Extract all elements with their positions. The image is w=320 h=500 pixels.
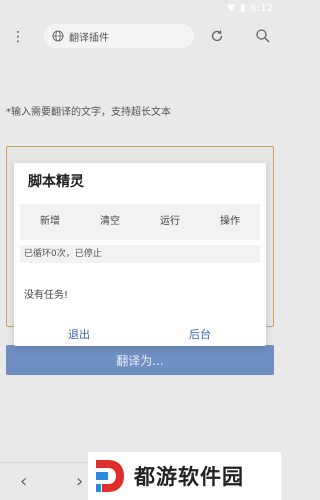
- empty-task-text: 没有任务!: [24, 290, 69, 301]
- operate-button[interactable]: 操作: [200, 204, 260, 240]
- add-button[interactable]: 新增: [20, 204, 80, 240]
- status-time: 6:12: [250, 3, 273, 14]
- browser-toolbar: ⋮ 翻译插件: [0, 18, 281, 56]
- clear-button[interactable]: 清空: [80, 204, 140, 240]
- dialog-title: 脚本精灵: [28, 174, 84, 190]
- status-icons: ▼ ▮ 6:12: [227, 3, 273, 14]
- run-button[interactable]: 运行: [140, 204, 200, 240]
- script-dialog: 脚本精灵 新增 清空 运行 操作 已循环0次，已停止 没有任务! 退出 后台: [14, 163, 266, 346]
- dialog-action-bar: 新增 清空 运行 操作: [20, 204, 260, 240]
- input-prompt: *输入需要翻译的文字，支持超长文本: [6, 107, 171, 118]
- watermark-logo: [96, 460, 124, 492]
- search-icon[interactable]: [255, 28, 271, 44]
- background-button[interactable]: 后台: [189, 326, 211, 342]
- globe-icon: [52, 30, 64, 42]
- exit-button[interactable]: 退出: [68, 326, 90, 342]
- address-text: 翻译插件: [69, 32, 109, 44]
- refresh-icon[interactable]: [209, 28, 225, 44]
- translate-button[interactable]: 翻译为...: [6, 345, 274, 375]
- back-icon[interactable]: ‹: [20, 471, 27, 492]
- watermark: 都游软件园: [88, 452, 281, 500]
- wifi-icon: ▼: [227, 3, 236, 14]
- watermark-text: 都游软件园: [134, 465, 244, 489]
- loop-status: 已循环0次，已停止: [20, 245, 260, 263]
- address-bar[interactable]: 翻译插件: [44, 24, 194, 48]
- more-vert-icon[interactable]: ⋮: [11, 28, 25, 46]
- forward-icon[interactable]: ›: [76, 471, 83, 492]
- status-bar: ▼ ▮ 6:12: [0, 0, 281, 18]
- battery-icon: ▮: [240, 3, 246, 14]
